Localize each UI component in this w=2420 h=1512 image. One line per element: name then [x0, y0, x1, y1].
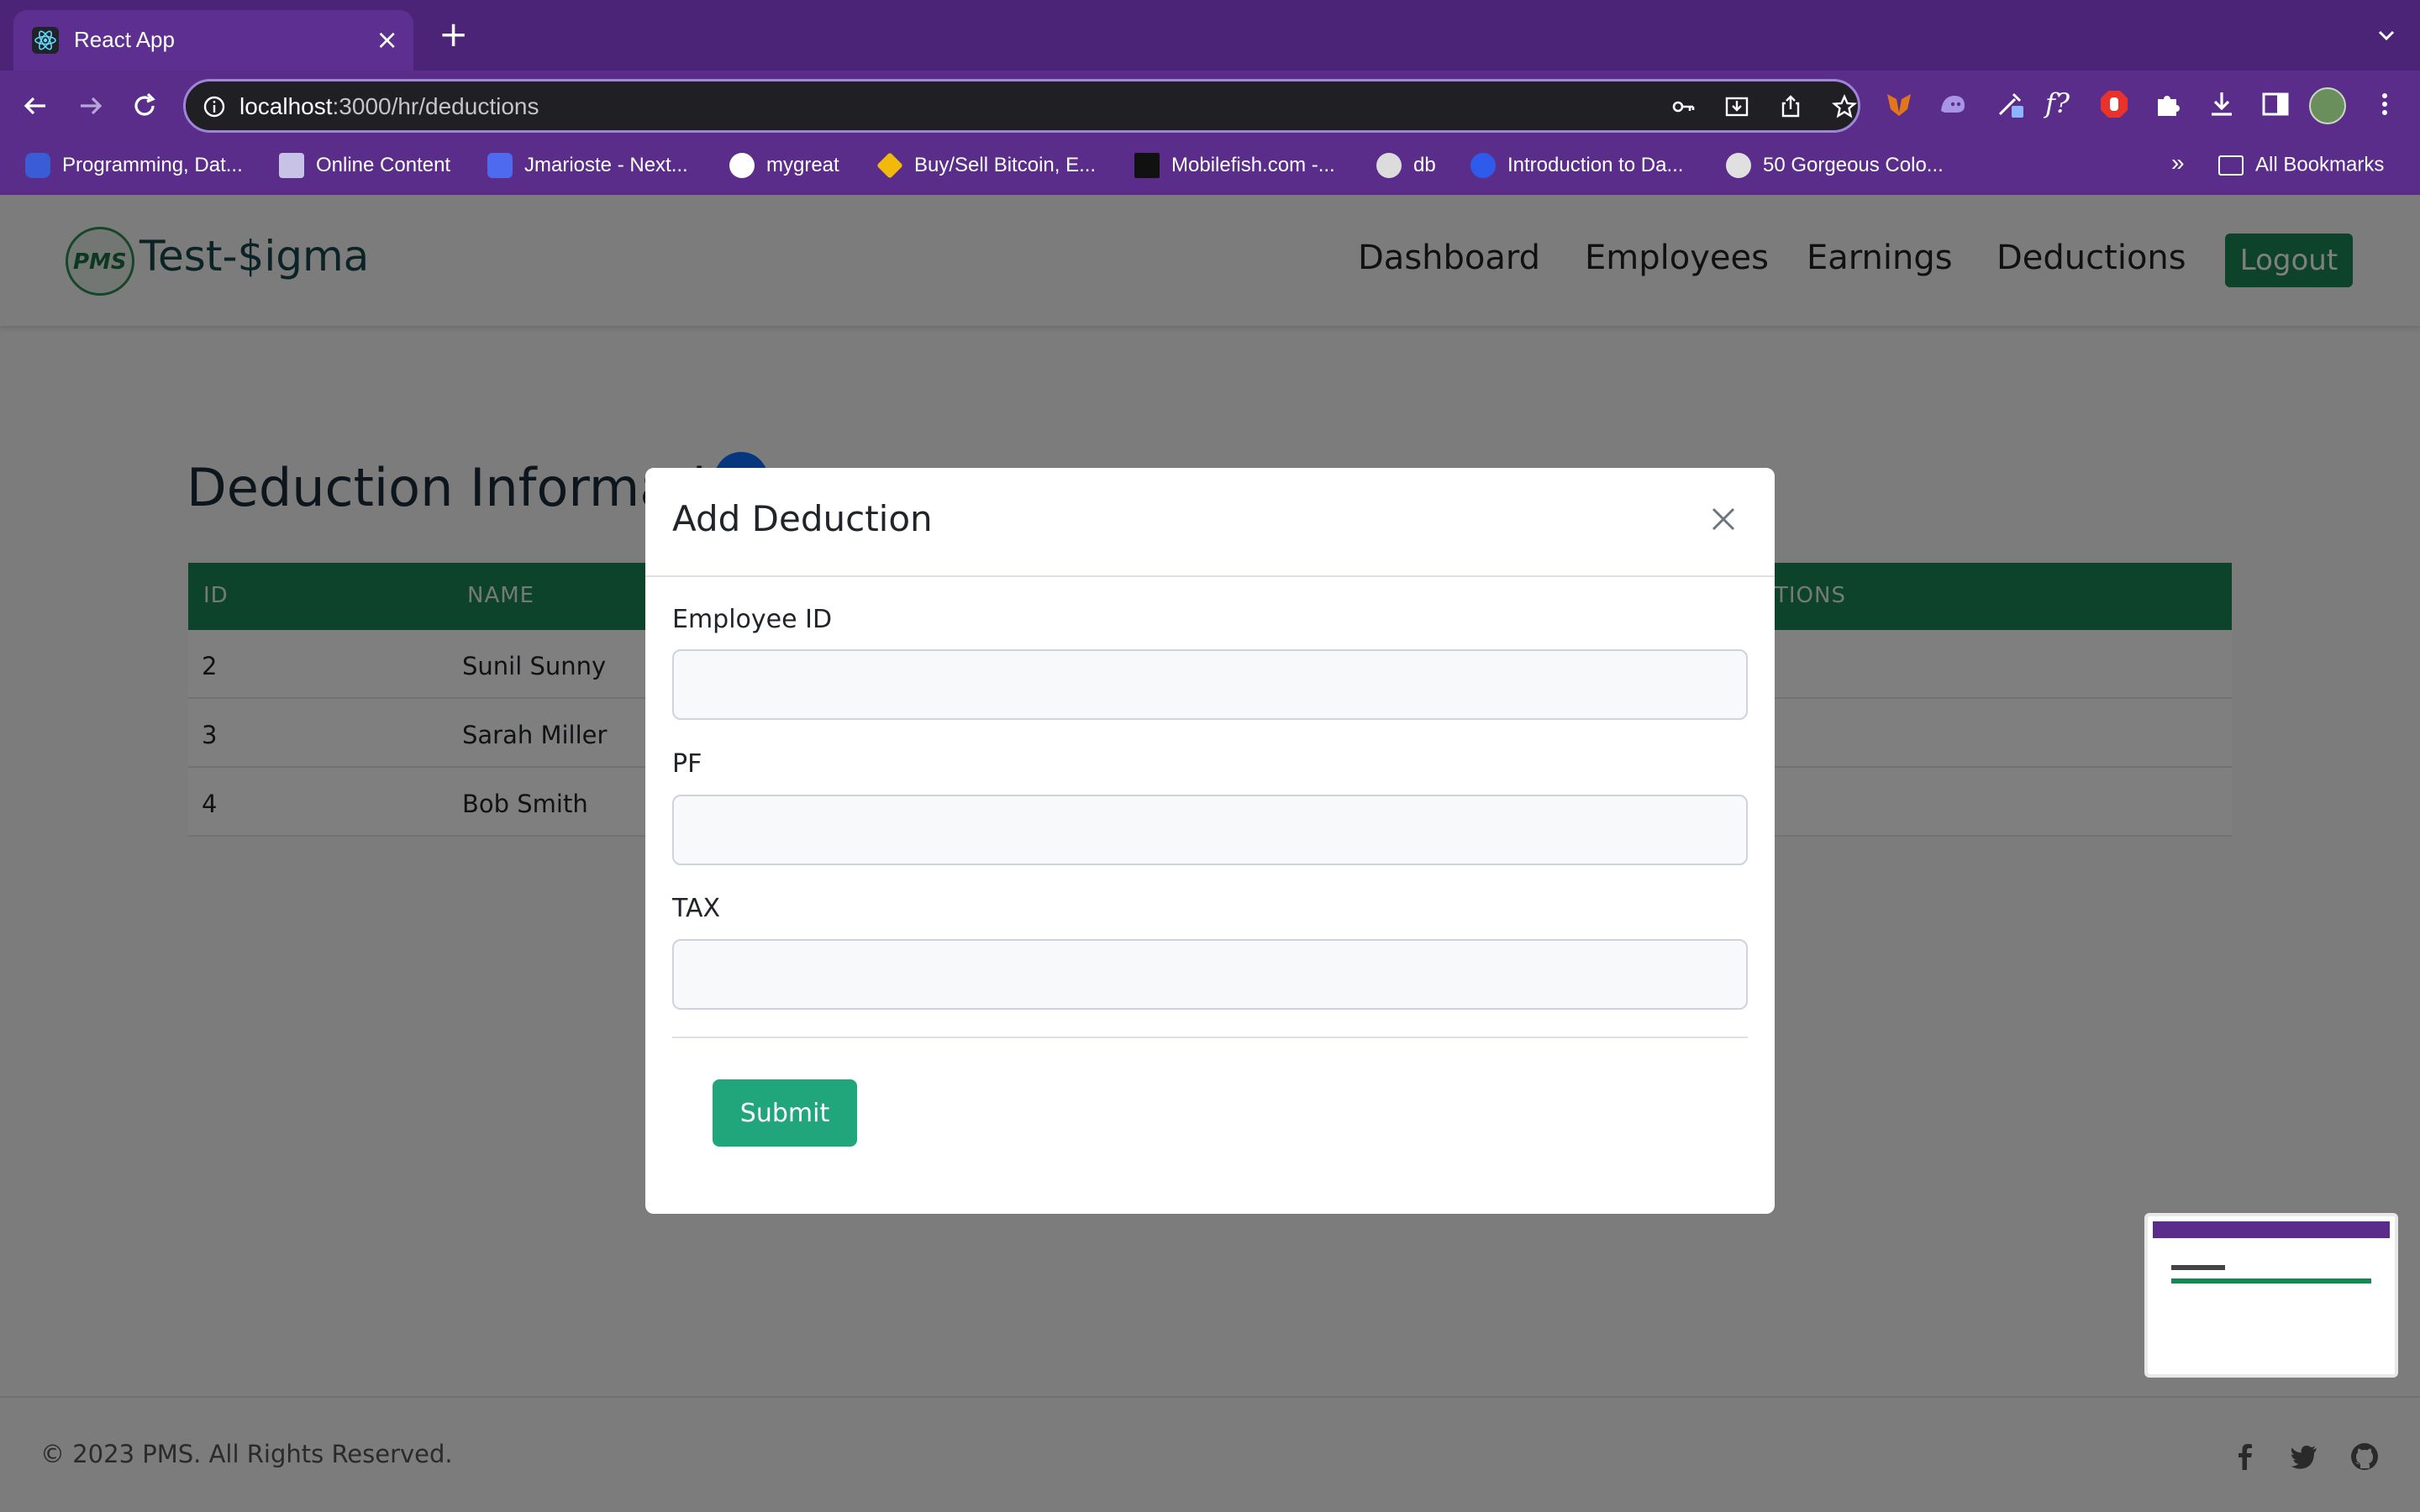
modal-title: Add Deduction — [672, 498, 933, 539]
downloads-icon[interactable] — [2205, 87, 2238, 121]
extensions-puzzle-icon[interactable] — [2151, 87, 2185, 121]
submit-button[interactable]: Submit — [713, 1079, 857, 1147]
react-icon — [32, 27, 59, 54]
address-bar[interactable]: localhost:3000/hr/deductions — [183, 79, 1860, 133]
ghost-extension-icon[interactable] — [1936, 87, 1970, 121]
reload-icon[interactable] — [128, 89, 161, 123]
modal-divider — [672, 1037, 1748, 1038]
bookmark-item[interactable]: 50 Gorgeous Colo... — [1726, 153, 1944, 183]
bookmark-star-icon[interactable] — [1831, 93, 1858, 120]
back-icon[interactable] — [18, 89, 52, 123]
binance-icon — [876, 152, 903, 179]
add-deduction-modal: Add Deduction Employee ID PF TAX Submit — [645, 468, 1775, 1214]
metamask-extension-icon[interactable] — [1882, 87, 1916, 121]
browser-tab[interactable]: React App × — [13, 10, 413, 71]
employee-id-input[interactable] — [672, 649, 1748, 720]
tax-input[interactable] — [672, 939, 1748, 1010]
tab-close-icon[interactable]: × — [376, 24, 398, 55]
bookmark-icon — [487, 153, 513, 178]
eyedropper-extension-icon[interactable] — [1993, 87, 2027, 121]
site-info-icon[interactable] — [203, 95, 226, 118]
close-icon[interactable] — [1711, 507, 1736, 532]
bookmarks-bar: Programming, Dat... Online Content Jmari… — [0, 141, 2420, 195]
formula-extension-icon[interactable]: f? — [2045, 87, 2079, 121]
bookmark-item[interactable]: mygreat — [729, 153, 839, 183]
bookmark-icon — [25, 153, 50, 178]
new-tab-icon[interactable]: + — [439, 17, 468, 52]
bookmark-item[interactable]: Jmarioste - Next... — [487, 153, 688, 183]
pf-input[interactable] — [672, 795, 1748, 865]
bookmark-item[interactable]: db — [1376, 153, 1436, 183]
bookmark-item[interactable]: Mobilefish.com -... — [1134, 153, 1335, 183]
thumbnail-chrome — [2153, 1221, 2390, 1238]
thumbnail-heading — [2171, 1265, 2225, 1270]
bookmark-item[interactable]: Buy/Sell Bitcoin, E... — [876, 152, 1096, 183]
coursera-icon — [1470, 153, 1496, 178]
tax-label: TAX — [672, 894, 721, 923]
key-icon[interactable] — [1670, 93, 1697, 120]
install-app-icon[interactable] — [1723, 93, 1750, 120]
url-text[interactable]: localhost:3000/hr/deductions — [239, 93, 539, 120]
share-icon[interactable] — [1777, 93, 1804, 120]
pf-label: PF — [672, 749, 702, 779]
bookmark-item[interactable]: Online Content — [279, 153, 450, 183]
url-host: localhost — [239, 93, 333, 119]
all-bookmarks-button[interactable]: All Bookmarks — [2218, 153, 2384, 183]
url-path: :3000/hr/deductions — [332, 93, 539, 119]
folder-icon — [2218, 155, 2244, 176]
tab-search-chevron-icon[interactable] — [2376, 25, 2396, 45]
palette-icon — [1726, 153, 1751, 178]
bookmark-icon — [279, 153, 304, 178]
browser-toolbar: localhost:3000/hr/deductions f? — [0, 71, 2420, 141]
adblock-extension-icon[interactable] — [2097, 87, 2131, 121]
google-icon — [729, 153, 755, 178]
profile-avatar[interactable] — [2309, 87, 2346, 124]
tab-title: React App — [74, 27, 175, 52]
globe-icon — [1376, 153, 1402, 178]
side-panel-icon[interactable] — [2259, 87, 2292, 121]
thumbnail-table-header — [2171, 1278, 2371, 1284]
browser-chrome: React App × + localhost:3000/hr/deductio… — [0, 0, 2420, 195]
bookmarks-overflow-icon[interactable]: » — [2171, 150, 2185, 180]
screenshot-thumbnail[interactable] — [2144, 1213, 2398, 1378]
mobilefish-icon — [1134, 153, 1160, 178]
tab-bar: React App × + — [0, 0, 2420, 71]
browser-menu-icon[interactable] — [2368, 87, 2402, 121]
forward-icon[interactable] — [74, 89, 108, 123]
bookmark-item[interactable]: Introduction to Da... — [1470, 153, 1683, 183]
bookmark-item[interactable]: Programming, Dat... — [25, 153, 243, 183]
modal-header: Add Deduction — [645, 468, 1775, 577]
employee-id-label: Employee ID — [672, 605, 833, 634]
